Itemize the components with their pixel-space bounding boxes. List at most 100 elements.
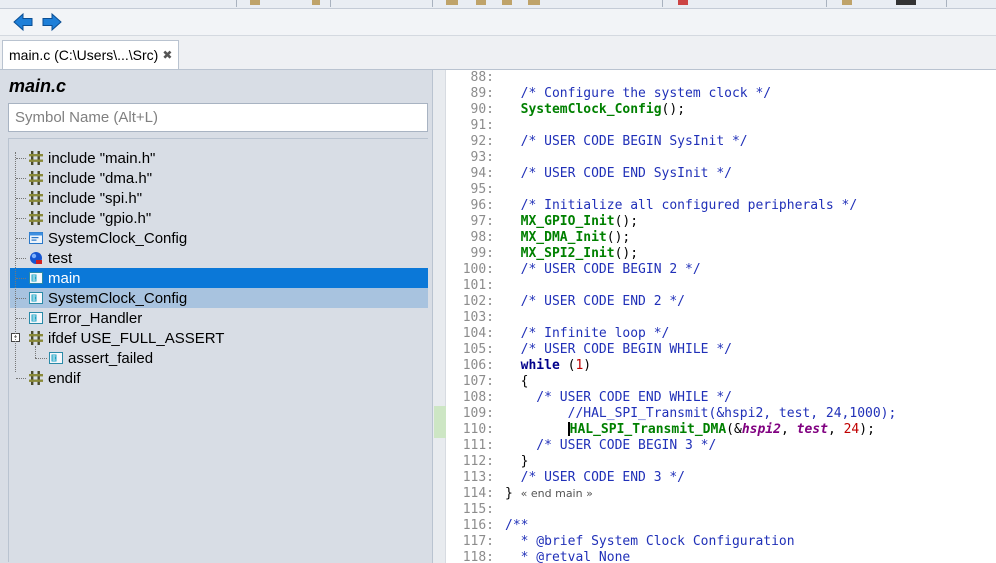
- line-number: 113:: [462, 469, 494, 485]
- line-number: 89:: [470, 85, 494, 101]
- code-token: (: [559, 357, 576, 373]
- code-token: HAL_SPI_Transmit_DMA: [569, 421, 727, 437]
- toolbar-icon[interactable]: [446, 0, 458, 5]
- code-text: HAL_SPI_Transmit_DMA(&hspi2, test, 24);: [494, 422, 875, 437]
- toolbar-icon[interactable]: [502, 0, 512, 5]
- code-line[interactable]: 95:: [446, 181, 505, 197]
- function-icon: [48, 350, 64, 366]
- tab-strip: main.c (C:\Users\...\Src) ✖: [0, 36, 996, 70]
- line-number: 115:: [462, 501, 494, 517]
- code-text: } « end main »: [494, 486, 593, 501]
- line-number: 108:: [462, 389, 494, 405]
- code-line[interactable]: 112: }: [446, 453, 529, 469]
- outline-item[interactable]: include "gpio.h": [10, 208, 428, 228]
- code-line[interactable]: 93:: [446, 149, 505, 165]
- tree-connector: [15, 152, 16, 372]
- outline-item[interactable]: SystemClock_Config: [10, 288, 428, 308]
- tree-connector: [16, 258, 26, 259]
- arrow-right-icon: [42, 12, 62, 32]
- code-line[interactable]: 91:: [446, 117, 505, 133]
- line-number: 90:: [470, 101, 494, 117]
- code-line[interactable]: 92: /* USER CODE BEGIN SysInit */: [446, 133, 748, 149]
- line-number: 96:: [470, 197, 494, 213]
- code-line[interactable]: 107: {: [446, 373, 529, 389]
- include-icon: [29, 211, 43, 225]
- outline-item[interactable]: test: [10, 248, 428, 268]
- outline-item-label: include "main.h": [48, 149, 156, 167]
- fold-marker[interactable]: « end main »: [521, 487, 593, 500]
- code-token: /* Initialize all configured peripherals…: [505, 197, 858, 213]
- line-number: 118:: [462, 549, 494, 563]
- code-line[interactable]: 117: * @brief System Clock Configuration: [446, 533, 795, 549]
- code-line[interactable]: 108: /* USER CODE END WHILE */: [446, 389, 732, 405]
- code-token: /* USER CODE END SysInit */: [505, 165, 732, 181]
- code-editor[interactable]: 88: 89: /* Configure the system clock */9…: [446, 70, 996, 563]
- code-line[interactable]: 109: //HAL_SPI_Transmit(&hspi2, test, 24…: [446, 405, 897, 421]
- toolbar-icon[interactable]: [678, 0, 688, 5]
- code-line[interactable]: 103:: [446, 309, 505, 325]
- code-line[interactable]: 104: /* Infinite loop */: [446, 325, 670, 341]
- tree-connector: [16, 198, 26, 199]
- include-icon: [29, 331, 43, 345]
- code-token: ,: [780, 421, 797, 437]
- back-button[interactable]: [12, 11, 34, 33]
- line-number: 100:: [462, 261, 494, 277]
- symbol-search-input[interactable]: [8, 103, 428, 132]
- code-line[interactable]: 118: * @retval None: [446, 549, 631, 563]
- toolbar-icon[interactable]: [250, 0, 260, 5]
- code-line[interactable]: 99: MX_SPI2_Init();: [446, 245, 639, 261]
- outline-item[interactable]: assert_failed: [10, 348, 428, 368]
- toolbar-separator: [330, 0, 331, 7]
- close-icon[interactable]: ✖: [162, 48, 172, 62]
- line-number: 88:: [470, 70, 494, 85]
- code-line[interactable]: 97: MX_GPIO_Init();: [446, 213, 639, 229]
- code-line[interactable]: 116: /**: [446, 517, 529, 533]
- code-token: test: [796, 421, 828, 437]
- code-line[interactable]: 105: /* USER CODE BEGIN WHILE */: [446, 341, 732, 357]
- outline-item[interactable]: endif: [10, 368, 428, 388]
- code-line[interactable]: 89: /* Configure the system clock */: [446, 85, 772, 101]
- code-line[interactable]: 111: /* USER CODE BEGIN 3 */: [446, 437, 717, 453]
- code-line[interactable]: 113: /* USER CODE END 3 */: [446, 469, 685, 485]
- outline-item[interactable]: ifdef USE_FULL_ASSERT: [10, 328, 428, 348]
- include-icon: [29, 191, 43, 205]
- code-line[interactable]: 110: HAL_SPI_Transmit_DMA(&hspi2, test, …: [446, 421, 875, 437]
- outline-item[interactable]: include "spi.h": [10, 188, 428, 208]
- code-line[interactable]: 101:: [446, 277, 505, 293]
- outline-item[interactable]: SystemClock_Config: [10, 228, 428, 248]
- code-line[interactable]: 88:: [446, 70, 505, 85]
- line-number: 98:: [470, 229, 494, 245]
- toolbar-icon[interactable]: [476, 0, 486, 5]
- outline-item-label: SystemClock_Config: [48, 289, 188, 307]
- code-line[interactable]: 115:: [446, 501, 505, 517]
- line-number: 104:: [462, 325, 494, 341]
- code-token: ();: [606, 229, 631, 245]
- forward-button[interactable]: [41, 11, 63, 33]
- code-line[interactable]: 102: /* USER CODE END 2 */: [446, 293, 685, 309]
- outline-item[interactable]: include "main.h": [10, 148, 428, 168]
- code-token: ();: [614, 245, 639, 261]
- toolbar-icon[interactable]: [896, 0, 916, 5]
- toolbar-separator: [826, 0, 827, 7]
- toolbar-icon[interactable]: [528, 0, 540, 5]
- outline-item[interactable]: Error_Handler: [10, 308, 428, 328]
- tab-main-c[interactable]: main.c (C:\Users\...\Src) ✖: [2, 40, 180, 69]
- code-text: /* USER CODE BEGIN 2 */: [494, 262, 701, 277]
- outline-item[interactable]: include "dma.h": [10, 168, 428, 188]
- code-line[interactable]: 96: /* Initialize all configured periphe…: [446, 197, 858, 213]
- line-number: 101:: [462, 277, 494, 293]
- code-line[interactable]: 94: /* USER CODE END SysInit */: [446, 165, 732, 181]
- outline-item[interactable]: main: [10, 268, 428, 288]
- code-line[interactable]: 90: SystemClock_Config();: [446, 101, 686, 117]
- toolbar-icon[interactable]: [842, 0, 852, 5]
- code-line[interactable]: 100: /* USER CODE BEGIN 2 */: [446, 261, 701, 277]
- code-text: MX_SPI2_Init();: [494, 246, 638, 261]
- code-line[interactable]: 98: MX_DMA_Init();: [446, 229, 631, 245]
- toolbar-icon[interactable]: [312, 0, 320, 5]
- outline-title: main.c: [9, 76, 67, 96]
- code-line[interactable]: 106: while (1): [446, 357, 591, 373]
- panel-splitter[interactable]: [433, 70, 446, 563]
- code-line[interactable]: 114:} « end main »: [446, 485, 593, 501]
